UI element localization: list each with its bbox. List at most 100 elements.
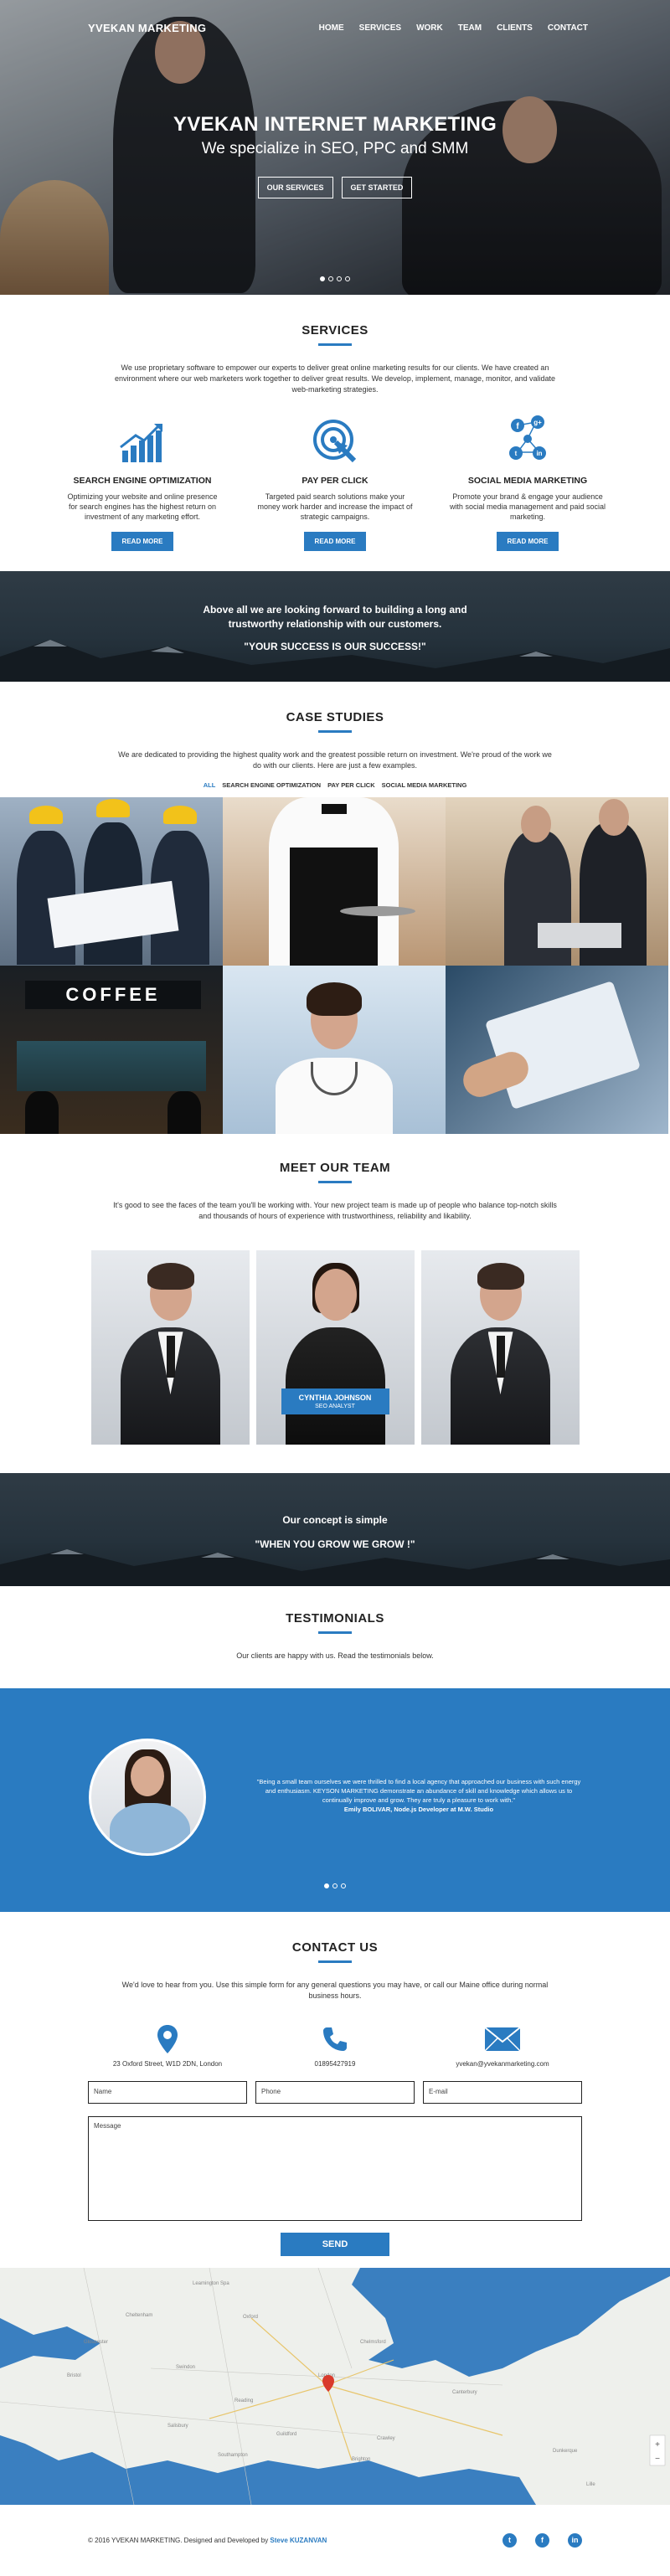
service-title: PAY PER CLICK bbox=[302, 476, 368, 487]
team-member[interactable] bbox=[420, 1250, 580, 1445]
social-links: t f in bbox=[502, 2533, 582, 2548]
address-text: 23 Oxford Street, W1D 2DN, London bbox=[112, 2060, 223, 2069]
read-more-button[interactable]: READ MORE bbox=[303, 532, 367, 552]
slider-dot[interactable] bbox=[345, 276, 350, 281]
nav-work[interactable]: WORK bbox=[416, 23, 443, 33]
case-image-coffee[interactable]: COFFEE bbox=[0, 966, 223, 1135]
facebook-icon[interactable]: f bbox=[535, 2533, 549, 2548]
case-image-tablet[interactable] bbox=[446, 966, 668, 1135]
svg-text:t: t bbox=[515, 450, 518, 457]
filter-ppc[interactable]: PAY PER CLICK bbox=[327, 781, 375, 789]
title-underline bbox=[318, 343, 352, 346]
svg-text:Gloucester: Gloucester bbox=[84, 2340, 108, 2345]
contact-email: yvekan@yvekanmarketing.com bbox=[419, 2023, 586, 2068]
phone-field[interactable]: Phone bbox=[255, 2081, 415, 2105]
nav-home[interactable]: HOME bbox=[319, 23, 344, 33]
title-underline bbox=[318, 730, 352, 733]
services-lead: We use proprietary software to empower o… bbox=[114, 363, 556, 394]
team-member[interactable]: CYNTHIA JOHNSON SEO ANALYST bbox=[255, 1250, 415, 1445]
main-menu: HOME SERVICES WORK TEAM CLIENTS CONTACT bbox=[319, 23, 588, 33]
member-role: SEO ANALYST bbox=[315, 1404, 355, 1410]
hero-section: YVEKAN MARKETING HOME SERVICES WORK TEAM… bbox=[0, 0, 670, 295]
svg-text:in: in bbox=[536, 450, 542, 457]
testimonial-quote: "Being a small team ourselves we were th… bbox=[255, 1778, 582, 1815]
svg-text:Canterbury: Canterbury bbox=[452, 2390, 477, 2395]
service-smm: f g+ t in SOCIAL MEDIA MARKETING Promote… bbox=[448, 414, 607, 552]
service-title: SOCIAL MEDIA MARKETING bbox=[467, 476, 588, 487]
contact-title: CONTACT US bbox=[291, 1940, 379, 1955]
title-underline bbox=[318, 1960, 352, 1964]
location-pin-icon bbox=[84, 2023, 251, 2055]
svg-text:Cheltenham: Cheltenham bbox=[126, 2313, 152, 2318]
testimonial-dots bbox=[0, 1883, 670, 1889]
slider-dot[interactable] bbox=[324, 1883, 329, 1889]
read-more-button[interactable]: READ MORE bbox=[496, 532, 559, 552]
quote-author: Emily BOLIVAR, Node.js Developer at M.W.… bbox=[343, 1805, 494, 1813]
twitter-icon[interactable]: t bbox=[502, 2533, 517, 2548]
slider-dot[interactable] bbox=[341, 1883, 346, 1889]
case-image-waiter[interactable] bbox=[223, 797, 446, 966]
service-text: Optimizing your website and online prese… bbox=[67, 492, 218, 522]
linkedin-icon[interactable]: in bbox=[568, 2533, 582, 2548]
brand-logo[interactable]: YVEKAN MARKETING bbox=[88, 22, 206, 34]
author-link[interactable]: Steve KUZANVAN bbox=[270, 2537, 327, 2544]
slider-dot[interactable] bbox=[337, 276, 342, 281]
nav-team[interactable]: TEAM bbox=[458, 23, 482, 33]
service-ppc: PAY PER CLICK Targeted paid search solut… bbox=[255, 414, 415, 552]
services-section: SERVICES We use proprietary software to … bbox=[0, 295, 670, 571]
case-image-engineers[interactable] bbox=[0, 797, 223, 966]
team-section: MEET OUR TEAM It's good to see the faces… bbox=[0, 1134, 670, 1473]
svg-text:Bristol: Bristol bbox=[67, 2373, 81, 2378]
hero-subtitle: We specialize in SEO, PPC and SMM bbox=[201, 140, 469, 157]
email-text[interactable]: yvekan@yvekanmarketing.com bbox=[419, 2060, 586, 2068]
testimonials-title: TESTIMONIALS bbox=[286, 1611, 384, 1626]
copyright: © 2016 YVEKAN MARKETING. Designed and De… bbox=[88, 2537, 327, 2544]
testimonial-slider: "Being a small team ourselves we were th… bbox=[0, 1688, 670, 1913]
phone-icon bbox=[251, 2023, 419, 2055]
team-member[interactable] bbox=[90, 1250, 250, 1445]
quote-band-grow: Our concept is simple "WHEN YOU GROW WE … bbox=[0, 1473, 670, 1587]
filter-smm[interactable]: SOCIAL MEDIA MARKETING bbox=[382, 781, 467, 789]
message-field[interactable]: Message bbox=[88, 2116, 582, 2222]
case-studies-section: CASE STUDIES We are dedicated to providi… bbox=[0, 682, 670, 1135]
our-services-button[interactable]: OUR SERVICES bbox=[257, 177, 333, 198]
slider-dot[interactable] bbox=[328, 276, 333, 281]
svg-text:Reading: Reading bbox=[234, 2398, 253, 2403]
slider-dot[interactable] bbox=[320, 276, 325, 281]
testimonials-lead: Our clients are happy with us. Read the … bbox=[236, 1651, 434, 1661]
title-underline bbox=[318, 1181, 352, 1184]
quote-band-success: Above all we are looking forward to buil… bbox=[0, 571, 670, 682]
nav-contact[interactable]: CONTACT bbox=[548, 23, 588, 33]
case-image-doctor[interactable] bbox=[223, 966, 446, 1135]
band-slogan: "YOUR SUCCESS IS OUR SUCCESS!" bbox=[244, 640, 426, 652]
send-button[interactable]: SEND bbox=[281, 2233, 389, 2257]
email-field[interactable]: E-mail bbox=[423, 2081, 582, 2105]
filter-seo[interactable]: SEARCH ENGINE OPTIMIZATION bbox=[222, 781, 321, 789]
svg-text:Brighton: Brighton bbox=[352, 2457, 370, 2462]
contact-address: 23 Oxford Street, W1D 2DN, London bbox=[84, 2023, 251, 2068]
social-network-icon: f g+ t in bbox=[448, 414, 607, 464]
nav-clients[interactable]: CLIENTS bbox=[497, 23, 533, 33]
read-more-button[interactable]: READ MORE bbox=[111, 532, 174, 552]
get-started-button[interactable]: GET STARTED bbox=[341, 177, 413, 198]
svg-text:Southampton: Southampton bbox=[218, 2453, 248, 2458]
filter-all[interactable]: ALL bbox=[204, 781, 216, 789]
location-map[interactable]: Leamington Spa Cheltenham Oxford Glouces… bbox=[0, 2268, 670, 2506]
member-caption: CYNTHIA JOHNSON SEO ANALYST bbox=[281, 1388, 389, 1415]
case-gallery: COFFEE bbox=[0, 797, 670, 1135]
svg-text:Oxford: Oxford bbox=[243, 2315, 258, 2320]
case-filters: ALL SEARCH ENGINE OPTIMIZATION PAY PER C… bbox=[0, 781, 670, 789]
hero-slider-dots bbox=[0, 276, 670, 281]
nav-services[interactable]: SERVICES bbox=[359, 23, 401, 33]
copyright-text: © 2016 YVEKAN MARKETING. Designed and De… bbox=[88, 2537, 271, 2545]
slider-dot[interactable] bbox=[332, 1883, 338, 1889]
svg-text:Salisbury: Salisbury bbox=[168, 2424, 188, 2429]
band-line: Above all we are looking forward to buil… bbox=[203, 604, 467, 616]
svg-text:−: − bbox=[655, 2455, 660, 2464]
name-field[interactable]: Name bbox=[88, 2081, 247, 2105]
testimonials-section: TESTIMONIALS Our clients are happy with … bbox=[0, 1586, 670, 1688]
phone-text[interactable]: 01895427919 bbox=[251, 2060, 419, 2068]
coffee-sign: COFFEE bbox=[25, 981, 201, 1010]
case-image-meeting[interactable] bbox=[446, 797, 668, 966]
service-title: SEARCH ENGINE OPTIMIZATION bbox=[73, 476, 212, 487]
